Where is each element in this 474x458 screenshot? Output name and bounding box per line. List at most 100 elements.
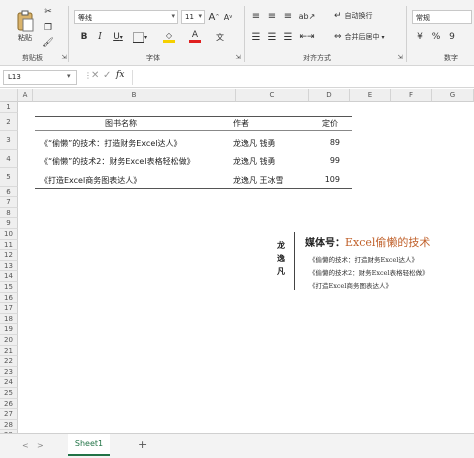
row-header[interactable]: 24 [0, 377, 18, 388]
row-header[interactable]: 13 [0, 260, 18, 272]
row-header[interactable]: 12 [0, 250, 18, 261]
row-header[interactable]: 7 [0, 197, 18, 208]
row-header[interactable]: 5 [0, 168, 18, 187]
column-header[interactable]: F [391, 89, 432, 102]
column-header[interactable]: G [432, 89, 474, 102]
clipboard-group-label: 剪贴板 [22, 54, 43, 62]
row-header[interactable]: 17 [0, 303, 18, 314]
row-header[interactable]: 4 [0, 149, 18, 169]
row-header[interactable]: 25 [0, 388, 18, 399]
row2-title[interactable]: 《“偷懒”的技术2：财务Excel表格轻松做》 [40, 156, 195, 167]
row-header[interactable]: 21 [0, 345, 18, 357]
comma-icon[interactable]: 9 [446, 31, 458, 43]
copy-icon[interactable]: ❐ [42, 22, 54, 34]
paste-button[interactable]: 粘贴 [12, 6, 38, 46]
borders-icon[interactable]: ▾ [132, 31, 148, 43]
row3-title[interactable]: 《打造Excel商务图表达人》 [40, 175, 141, 186]
font-name-value: 等线 [78, 14, 92, 22]
decrease-font-icon[interactable]: Av [222, 10, 234, 24]
row-header[interactable]: 2 [0, 112, 18, 132]
align-middle-icon[interactable]: ≡ [266, 10, 278, 22]
indent-icon[interactable]: ⇤⇥ [299, 31, 314, 43]
align-right-icon[interactable]: ☰ [282, 31, 294, 43]
merge-center-label: 合并后居中 [344, 33, 380, 41]
increase-font-icon[interactable]: A ^ [208, 10, 220, 24]
row-header[interactable]: 8 [0, 207, 18, 219]
wrap-text-button[interactable]: ↵ 自动换行 [334, 10, 390, 22]
name-box-chevron-icon[interactable]: ▾ [67, 72, 71, 80]
bold-button[interactable]: B [78, 31, 90, 43]
row-header[interactable]: 22 [0, 356, 18, 367]
header-title[interactable]: 图书名称 [105, 118, 137, 129]
name-box[interactable]: L13 [3, 70, 77, 85]
row-header[interactable]: 19 [0, 324, 18, 335]
font-name-dropdown[interactable]: 等线 ▾ [74, 10, 178, 24]
alignment-group-label: 对齐方式 [303, 54, 331, 62]
format-painter-icon[interactable]: 🖌 [42, 37, 54, 49]
align-left-icon[interactable]: ☰ [250, 31, 262, 43]
row1-price[interactable]: 89 [330, 138, 340, 147]
fill-color-icon[interactable]: ◇ [160, 30, 178, 44]
italic-button[interactable]: I [94, 31, 106, 43]
row-header[interactable]: 9 [0, 218, 18, 229]
currency-icon[interactable]: ¥ [414, 31, 426, 43]
header-author[interactable]: 作者 [233, 118, 249, 129]
number-format-value: 常规 [416, 14, 430, 22]
row-header[interactable]: 1 [0, 102, 18, 113]
row-header[interactable]: 23 [0, 366, 18, 378]
row-header[interactable]: 3 [0, 131, 18, 150]
merge-center-button[interactable]: ⇔ 合并后居中 ▾ [334, 31, 398, 43]
clipboard-launcher-icon[interactable]: ⇲ [60, 53, 68, 61]
column-header[interactable]: C [236, 89, 309, 102]
row-header[interactable]: 27 [0, 409, 18, 420]
orientation-icon[interactable]: ab↗ [299, 10, 316, 22]
enter-icon[interactable]: ✓ [103, 70, 111, 81]
column-header[interactable]: E [350, 89, 391, 102]
add-sheet-button[interactable]: + [138, 438, 147, 451]
column-header[interactable]: B [33, 89, 236, 102]
formula-input[interactable] [132, 70, 468, 85]
row-header[interactable]: 14 [0, 271, 18, 282]
row-header[interactable]: 20 [0, 335, 18, 346]
underline-button[interactable]: U ▾ [110, 31, 126, 43]
row2-price[interactable]: 99 [330, 156, 340, 165]
select-all-corner[interactable] [0, 89, 18, 102]
phonetic-icon[interactable]: 文 [212, 30, 228, 44]
align-center-icon[interactable]: ☰ [266, 31, 278, 43]
cut-icon[interactable]: ✂ [42, 6, 54, 18]
row3-author[interactable]: 龙逸凡 王冰雪 [233, 175, 284, 186]
align-top-icon[interactable]: ≡ [250, 10, 262, 22]
header-price[interactable]: 定价 [322, 118, 338, 129]
row-header[interactable]: 15 [0, 282, 18, 293]
number-format-dropdown[interactable]: 常规 [412, 10, 472, 24]
column-header[interactable]: D [309, 89, 350, 102]
row3-price[interactable]: 109 [325, 175, 340, 184]
chevron-down-icon: ▾ [171, 12, 175, 20]
row-header[interactable]: 11 [0, 239, 18, 251]
font-launcher-icon[interactable]: ⇲ [234, 53, 242, 61]
row-header[interactable]: 18 [0, 313, 18, 325]
table-header-border [35, 130, 352, 131]
row1-title[interactable]: 《“偷懒”的技术：打造财务Excel达人》 [40, 138, 181, 149]
percent-icon[interactable]: % [430, 31, 442, 43]
row-header[interactable]: 10 [0, 229, 18, 240]
cancel-icon[interactable]: ✕ [91, 70, 99, 81]
tab-sheet1[interactable]: Sheet1 [68, 434, 110, 456]
alignment-launcher-icon[interactable]: ⇲ [396, 53, 404, 61]
tab-next-icon[interactable]: > [37, 441, 44, 450]
row-header[interactable]: 28 [0, 419, 18, 431]
tab-prev-icon[interactable]: < [22, 441, 29, 450]
align-bottom-icon[interactable]: ≡ [282, 10, 294, 22]
row1-author[interactable]: 龙逸凡 钱勇 [233, 138, 276, 149]
font-color-icon[interactable]: A [186, 30, 204, 44]
worksheet-grid[interactable]: ABCDEFG 1 2 3 4 5 6 7 8 9 10 11 12 13 14 15 16 17 18 19 20 2… [0, 89, 474, 433]
side-book-1: 《偷懒的技术：打造财务Excel达人》 [309, 256, 418, 264]
row2-author[interactable]: 龙逸凡 钱勇 [233, 156, 276, 167]
column-header[interactable]: A [18, 89, 33, 102]
font-size-dropdown[interactable]: 11 ▾ [181, 10, 205, 24]
row-header[interactable]: 16 [0, 292, 18, 304]
row-header[interactable]: 26 [0, 398, 18, 410]
row-header[interactable]: 6 [0, 186, 18, 198]
insert-function-icon[interactable]: fx [116, 70, 124, 80]
media-line: 媒体号：Excel偷懒的技术 [305, 234, 430, 250]
